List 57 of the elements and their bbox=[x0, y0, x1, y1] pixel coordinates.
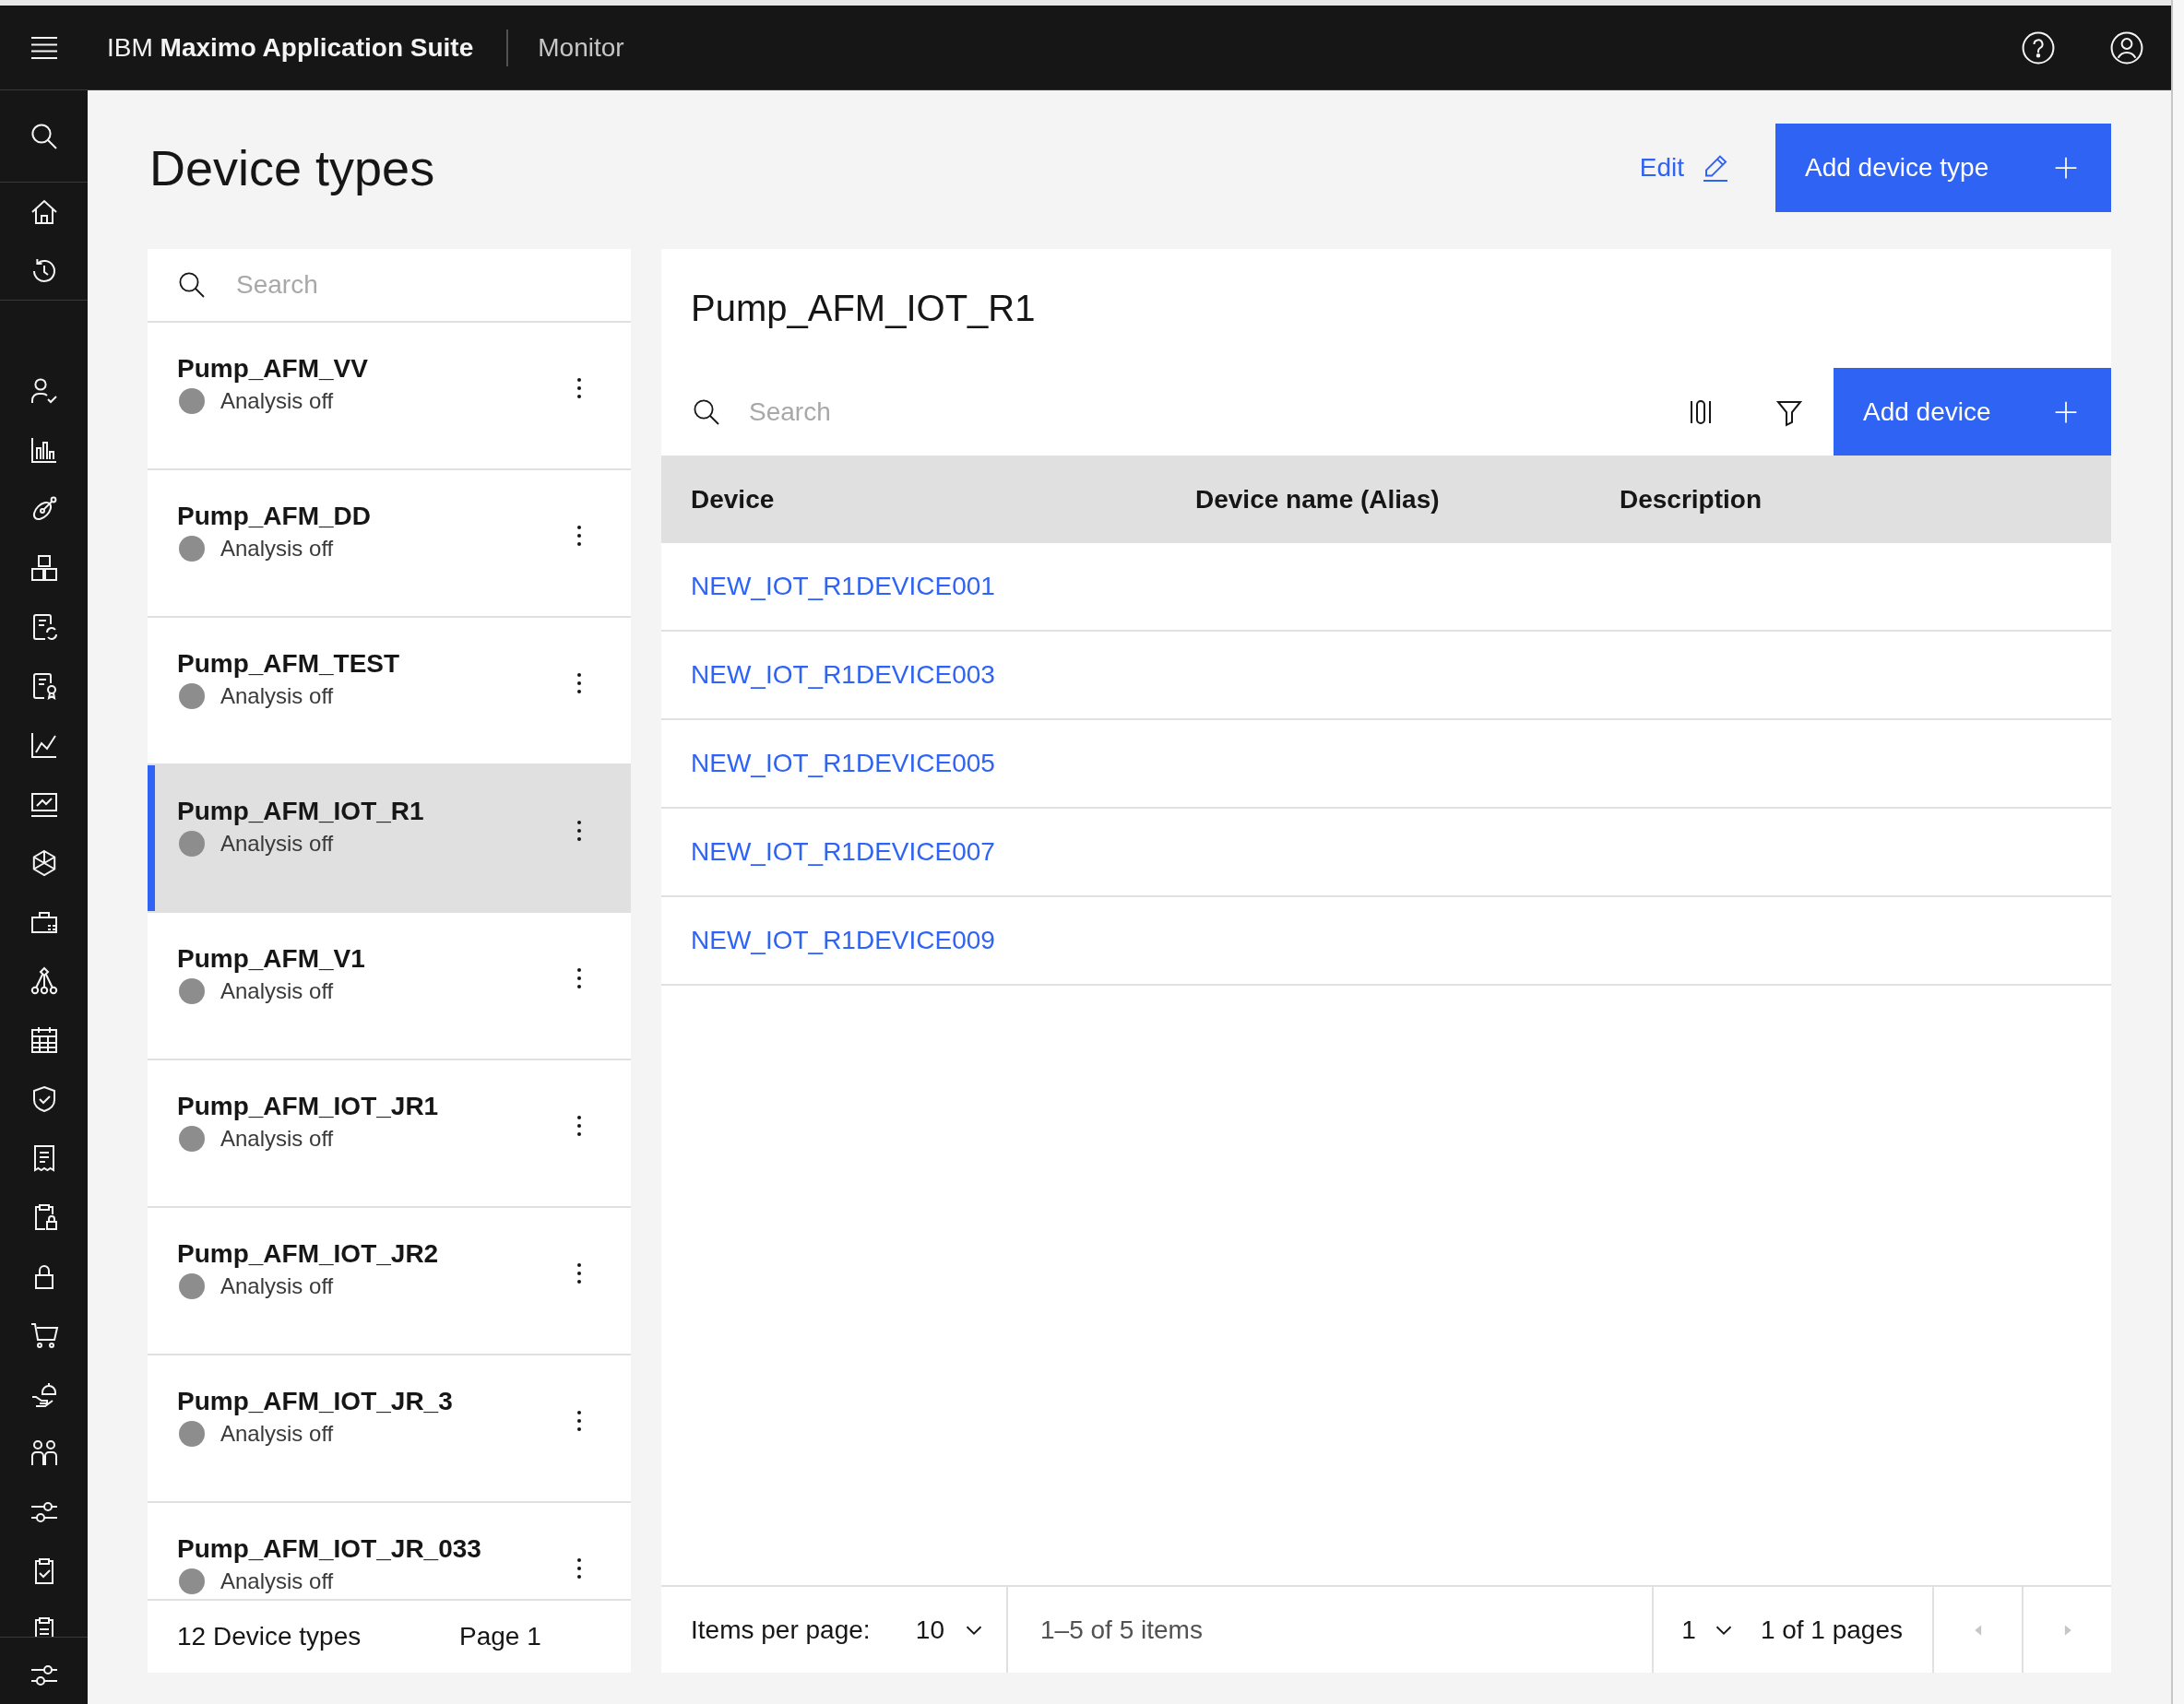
people-icon[interactable] bbox=[29, 1438, 59, 1468]
device-type-name: Pump_AFM_IOT_JR2 bbox=[177, 1238, 439, 1270]
column-header[interactable]: Device name (Alias) bbox=[1195, 484, 1440, 514]
node-tree-icon[interactable] bbox=[29, 966, 59, 996]
bar-chart-icon[interactable] bbox=[29, 435, 59, 465]
page-title: Device types bbox=[149, 138, 435, 197]
search-icon[interactable] bbox=[29, 121, 59, 151]
device-type-title: Pump_AFM_IOT_R1 bbox=[690, 287, 1037, 330]
page-count: 1 of 1 pages bbox=[1760, 1615, 1903, 1645]
item-range: 1–5 of 5 items bbox=[1039, 1614, 1204, 1646]
item-count: 12 Device types bbox=[177, 1622, 362, 1651]
user-avatar-icon[interactable] bbox=[2110, 30, 2143, 65]
search-field[interactable]: Search bbox=[749, 368, 1656, 456]
app-name: Monitor bbox=[538, 32, 624, 63]
status-text: Analysis off bbox=[220, 683, 334, 709]
add-icon bbox=[2053, 155, 2079, 181]
edit-icon bbox=[1701, 153, 1730, 183]
status-text: Analysis off bbox=[220, 978, 334, 1004]
line-chart-icon[interactable] bbox=[29, 730, 59, 760]
product-name[interactable]: IBM Maximo Application Suite bbox=[107, 32, 474, 63]
device-link[interactable]: NEW_IOT_R1DEVICE009 bbox=[691, 926, 995, 954]
items-per-page-select[interactable]: 10 bbox=[904, 1587, 1006, 1673]
status-text: Analysis off bbox=[220, 1421, 334, 1447]
cubes-icon[interactable] bbox=[29, 553, 59, 583]
device-type-name: Pump_AFM_IOT_JR1 bbox=[177, 1091, 439, 1122]
device-link[interactable]: NEW_IOT_R1DEVICE005 bbox=[691, 749, 995, 777]
status-text: Analysis off bbox=[220, 831, 334, 857]
device-type-name: Pump_AFM_TEST bbox=[177, 648, 400, 680]
add-device-type-button[interactable]: Add device type bbox=[1775, 124, 2111, 212]
cart-icon[interactable] bbox=[29, 1320, 59, 1350]
device-type-item[interactable]: Pump_AFM_IOT_R1 Analysis off bbox=[148, 765, 631, 913]
device-type-name: Pump_AFM_IOT_R1 bbox=[177, 796, 424, 827]
status-text: Analysis off bbox=[220, 1568, 334, 1594]
status-text: Analysis off bbox=[220, 1273, 334, 1299]
add-device-button[interactable]: Add device bbox=[1834, 368, 2111, 456]
page-select[interactable]: 1 bbox=[1681, 1587, 1735, 1673]
device-type-name: Pump_AFM_VV bbox=[177, 353, 368, 385]
device-type-name: Pump_AFM_DD bbox=[177, 501, 371, 532]
edit-link[interactable]: Edit bbox=[1639, 153, 1730, 183]
device-link[interactable]: NEW_IOT_R1DEVICE003 bbox=[691, 660, 995, 689]
user-check-icon[interactable] bbox=[29, 376, 59, 406]
search-icon bbox=[177, 270, 207, 300]
column-header[interactable]: Description bbox=[1620, 484, 1763, 514]
status-text: Analysis off bbox=[220, 388, 334, 414]
device-link[interactable]: NEW_IOT_R1DEVICE007 bbox=[691, 837, 995, 866]
device-link[interactable]: NEW_IOT_R1DEVICE001 bbox=[691, 572, 995, 600]
device-type-name: Pump_AFM_IOT_JR_3 bbox=[177, 1386, 453, 1417]
device-type-name: Pump_AFM_V1 bbox=[177, 943, 365, 975]
status-text: Analysis off bbox=[220, 536, 334, 562]
search-field[interactable]: Search bbox=[236, 249, 631, 321]
page-label: Page 1 bbox=[459, 1622, 541, 1651]
column-header[interactable]: Device bbox=[691, 484, 775, 514]
status-text: Analysis off bbox=[220, 1126, 334, 1152]
calendar-icon[interactable] bbox=[29, 1025, 59, 1055]
items-per-page-label: Items per page: bbox=[691, 1615, 871, 1645]
help-icon[interactable] bbox=[2022, 30, 2055, 65]
device-type-name: Pump_AFM_IOT_JR_033 bbox=[177, 1533, 481, 1565]
